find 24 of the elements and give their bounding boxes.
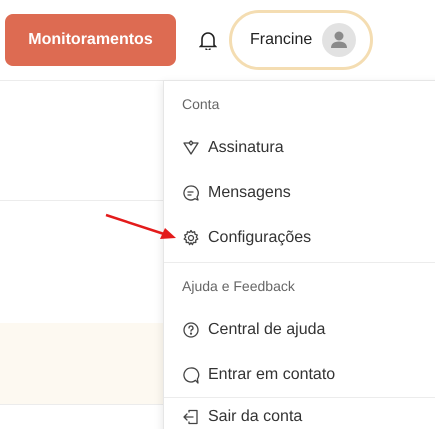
help-icon: [182, 320, 200, 338]
menu-item[interactable]: Configurações: [164, 215, 424, 260]
menu-item[interactable]: Entrar em contato: [164, 352, 424, 397]
speech-bubble-icon: [182, 366, 200, 384]
section-heading: Conta: [181, 95, 220, 114]
menu-item[interactable]: Sair da conta: [164, 398, 424, 429]
user-name: Francine: [250, 30, 312, 50]
menu-item[interactable]: Mensagens: [164, 170, 424, 215]
menu-item-label: Configurações: [208, 228, 312, 248]
diamond-icon: [182, 138, 200, 156]
chat-icon: [182, 184, 200, 202]
menu-item-label: Central de ajuda: [208, 320, 326, 340]
menu-item-label: Entrar em contato: [208, 364, 336, 384]
bell-icon[interactable]: [199, 30, 217, 50]
user-menu-button[interactable]: Francine: [229, 10, 373, 70]
menu-item[interactable]: Assinatura: [164, 125, 424, 170]
exit-icon: [182, 408, 200, 426]
menu-item-label: Sair da conta: [208, 407, 302, 427]
section-heading: Ajuda e Feedback: [181, 277, 296, 296]
avatar-icon: [322, 23, 356, 57]
menu-item-label: Assinatura: [208, 138, 284, 158]
menu-item[interactable]: Central de ajuda: [164, 307, 424, 352]
menu-item-label: Mensagens: [208, 182, 291, 202]
settings-icon: [182, 228, 200, 246]
